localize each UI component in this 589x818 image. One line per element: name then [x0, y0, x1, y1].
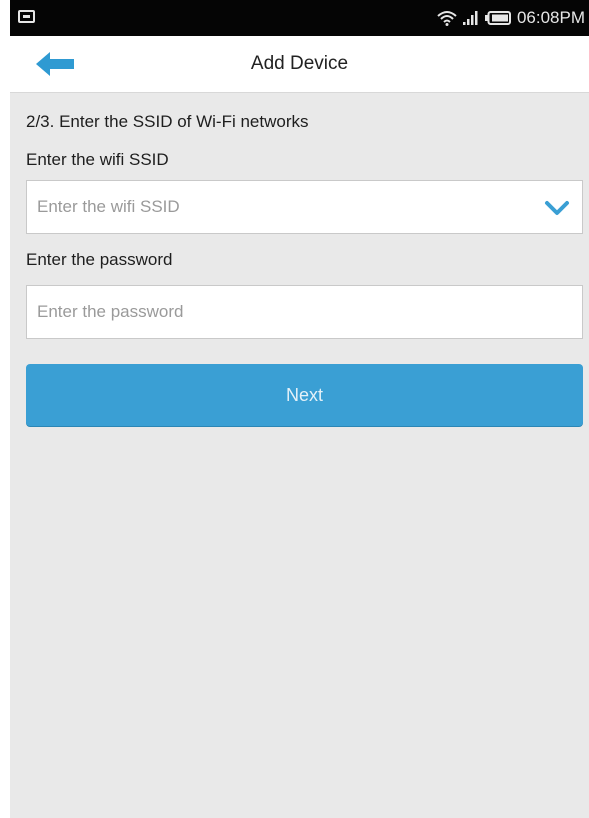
status-time: 06:08PM: [516, 8, 585, 27]
signal-icon: [462, 11, 479, 25]
page-title: Add Device: [250, 53, 349, 74]
back-arrow-icon: [34, 52, 78, 84]
status-icons: 06:08PM: [437, 0, 585, 36]
app-header: Add Device: [10, 36, 589, 93]
next-button[interactable]: Next: [26, 364, 583, 426]
back-button[interactable]: [34, 48, 78, 80]
ssid-input[interactable]: [27, 181, 582, 233]
chevron-down-icon[interactable]: [544, 197, 570, 219]
ssid-label: Enter the wifi SSID: [26, 150, 169, 169]
password-input[interactable]: [27, 286, 582, 338]
password-field: [26, 285, 583, 339]
step-title: 2/3. Enter the SSID of Wi-Fi networks: [26, 112, 309, 131]
ssid-field: [26, 180, 583, 234]
battery-icon: [484, 11, 511, 25]
wifi-icon: [437, 10, 457, 26]
status-bar: 06:08PM: [10, 0, 589, 36]
app-screen: 06:08PM Add Device 2/3. Enter the SSID o…: [10, 0, 589, 818]
screenshot-icon: [18, 10, 35, 23]
password-label: Enter the password: [26, 250, 173, 269]
